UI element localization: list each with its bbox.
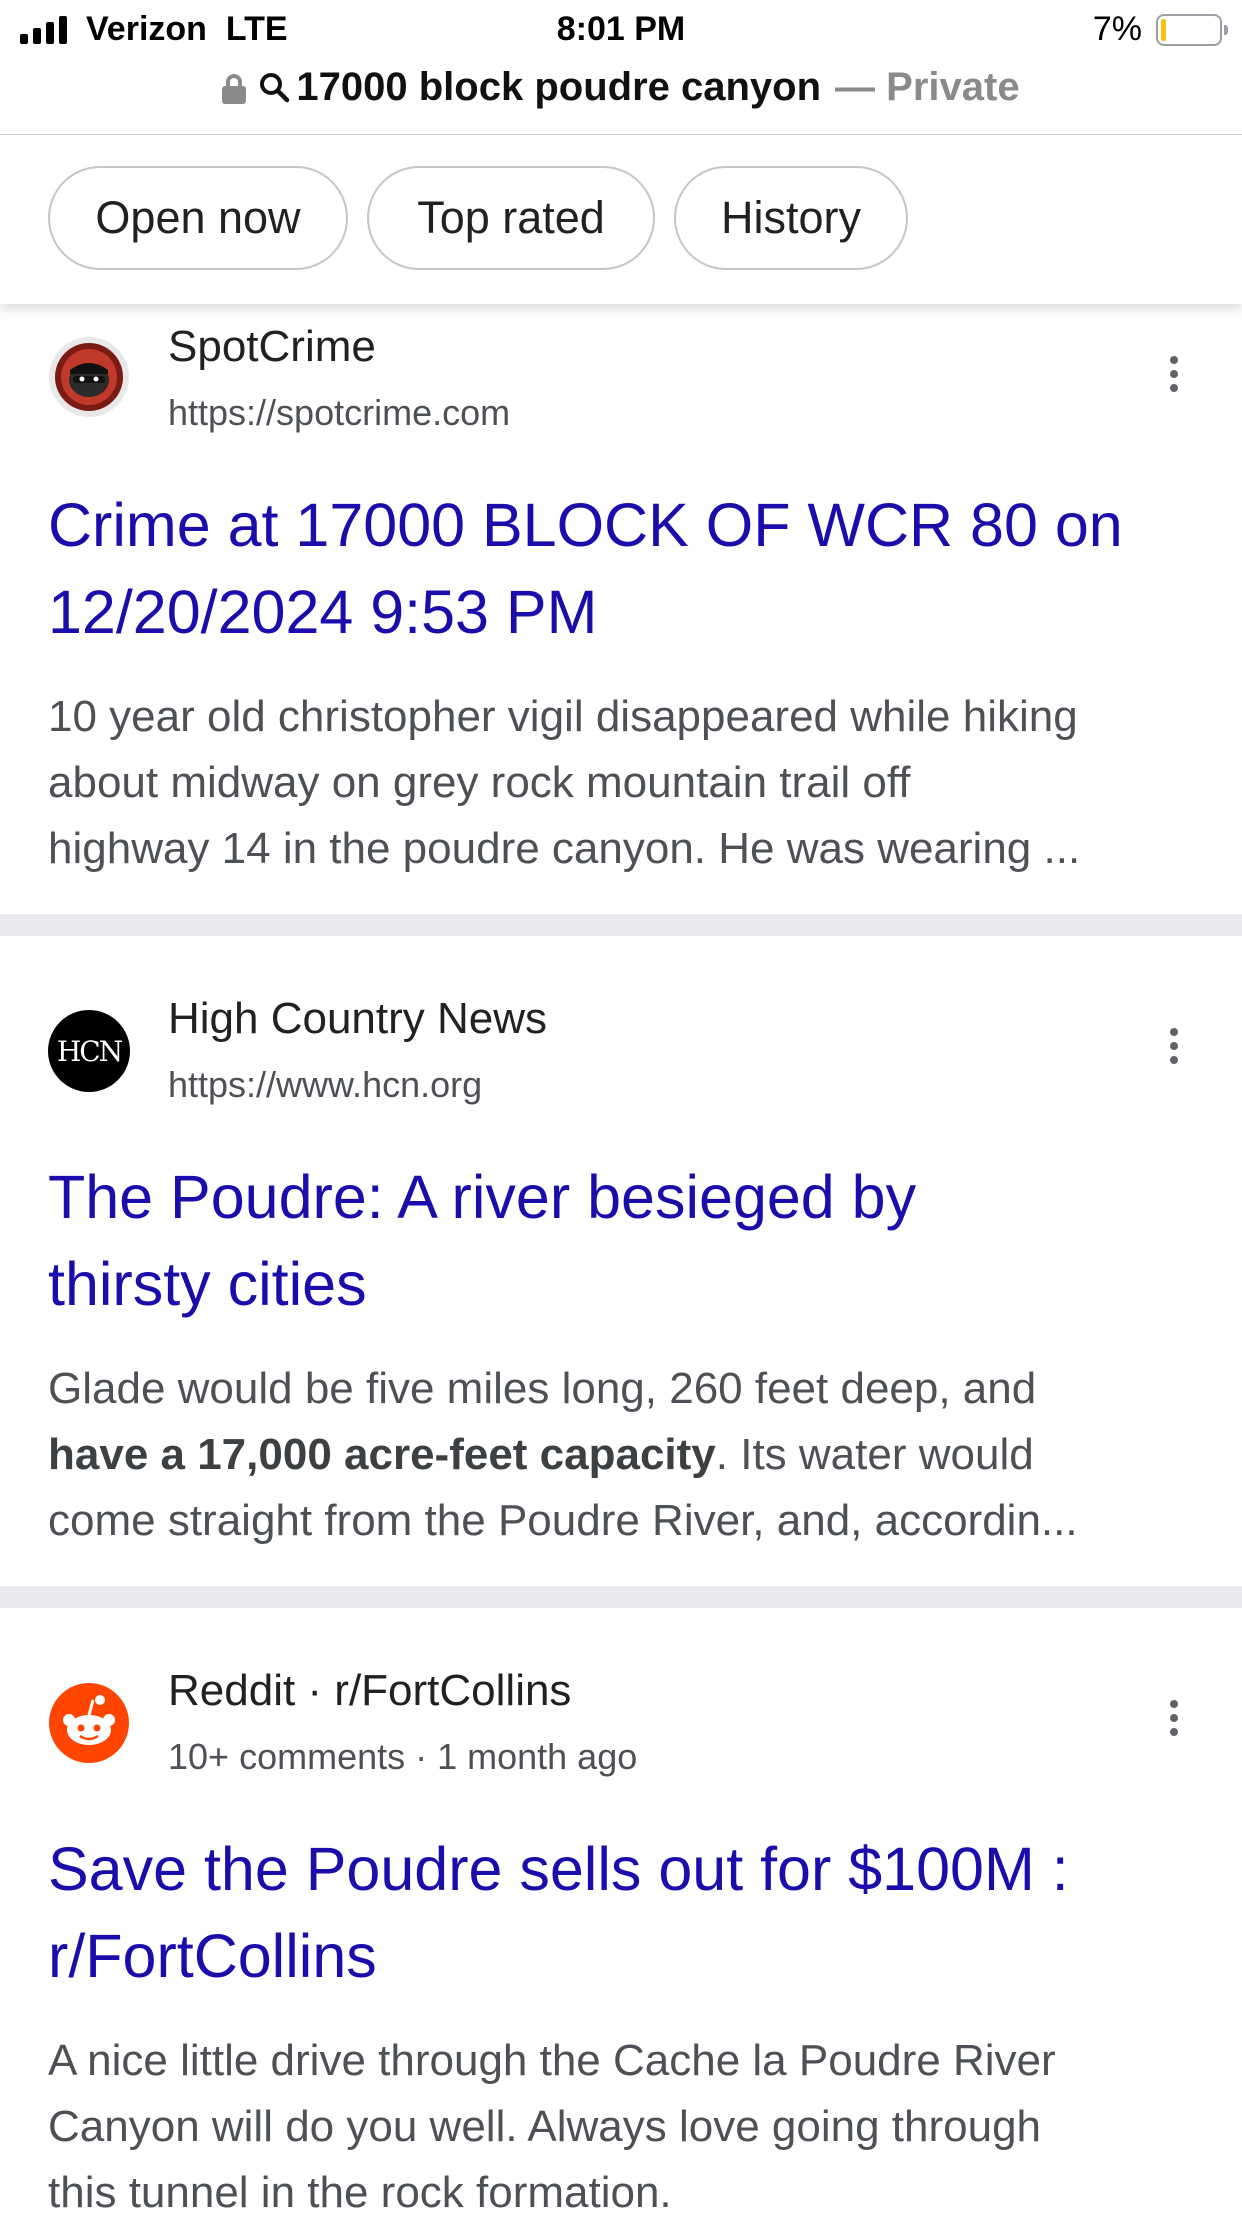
reddit-logo-icon — [49, 1683, 129, 1763]
snippet-line: 10 year old christopher vigil disappeare… — [48, 692, 1078, 741]
spotcrime-logo-icon — [49, 337, 129, 417]
result-snippet: 10 year old christopher vigil disappeare… — [48, 684, 1208, 882]
battery-percentage: 7% — [1092, 10, 1142, 48]
header-divider — [0, 134, 1242, 135]
hcn-logo-text: HCN — [56, 1034, 123, 1068]
hcn-logo-icon: HCN — [48, 1010, 130, 1092]
chip-top-rated[interactable]: Top rated — [367, 166, 655, 270]
clock: 8:01 PM — [556, 10, 686, 48]
address-bar[interactable]: 17000 block poudre canyon — Private — [0, 62, 1242, 112]
private-mode-label: — Private — [835, 64, 1020, 109]
status-bar: Verizon LTE 8:01 PM 7% — [0, 0, 1242, 60]
result-title-link[interactable]: Crime at 17000 BLOCK OF WCR 80 on 12/20/… — [48, 482, 1208, 656]
result-title-line: Crime at 17000 BLOCK OF WCR 80 on — [48, 491, 1123, 559]
search-query: 17000 block poudre canyon — [296, 64, 822, 109]
result-title-link[interactable]: The Poudre: A river besieged by thirsty … — [48, 1154, 1208, 1328]
result-title-line: Save the Poudre sells out for $100M : — [48, 1835, 1069, 1903]
snippet-line: A nice little drive through the Cache la… — [48, 2036, 1056, 2085]
result-meta: 10+ comments · 1 month ago — [168, 1736, 638, 1777]
result-title-line: 12/20/2024 9:53 PM — [48, 578, 598, 646]
search-icon — [260, 73, 290, 103]
snippet-line: highway 14 in the poudre canyon. He was … — [48, 824, 1081, 873]
result-title-line: The Poudre: A river besieged by — [48, 1163, 917, 1231]
more-options-icon[interactable] — [1170, 356, 1180, 398]
lock-icon — [222, 74, 247, 104]
snippet-line: Glade would be five miles long, 260 feet… — [48, 1364, 1037, 1413]
snippet-line: have a 17,000 acre-feet capacity. Its wa… — [48, 1422, 1208, 1488]
result-title-line: r/FortCollins — [48, 1922, 377, 1990]
battery-icon — [1156, 14, 1228, 46]
result-snippet: A nice little drive through the Cache la… — [48, 2028, 1208, 2226]
result-snippet: Glade would be five miles long, 260 feet… — [48, 1356, 1208, 1554]
snippet-line: this tunnel in the rock formation. — [48, 2168, 672, 2217]
result-url[interactable]: https://spotcrime.com — [168, 392, 510, 434]
result-site-name[interactable]: SpotCrime — [168, 322, 376, 372]
result-title-line: thirsty cities — [48, 1250, 367, 1318]
result-divider — [0, 1586, 1242, 1608]
snippet-line: Canyon will do you well. Always love goi… — [48, 2102, 1042, 2151]
result-site-name[interactable]: High Country News — [168, 994, 547, 1044]
snippet-bold-text: have a 17,000 acre-feet capacity — [48, 1430, 716, 1479]
snippet-line: about midway on grey rock mountain trail… — [48, 758, 911, 807]
chip-open-now[interactable]: Open now — [48, 166, 348, 270]
result-divider — [0, 914, 1242, 936]
snippet-line: come straight from the Poudre River, and… — [48, 1496, 1078, 1545]
chip-history[interactable]: History — [674, 166, 908, 270]
result-site-name[interactable]: Reddit · r/FortCollins — [168, 1666, 571, 1716]
filter-chip-row: Open now Top rated History — [0, 136, 1242, 304]
result-title-link[interactable]: Save the Poudre sells out for $100M : r/… — [48, 1826, 1208, 2000]
snippet-text: . Its water would — [715, 1430, 1034, 1479]
more-options-icon[interactable] — [1170, 1028, 1180, 1070]
more-options-icon[interactable] — [1170, 1700, 1180, 1742]
result-url[interactable]: https://www.hcn.org — [168, 1064, 482, 1106]
